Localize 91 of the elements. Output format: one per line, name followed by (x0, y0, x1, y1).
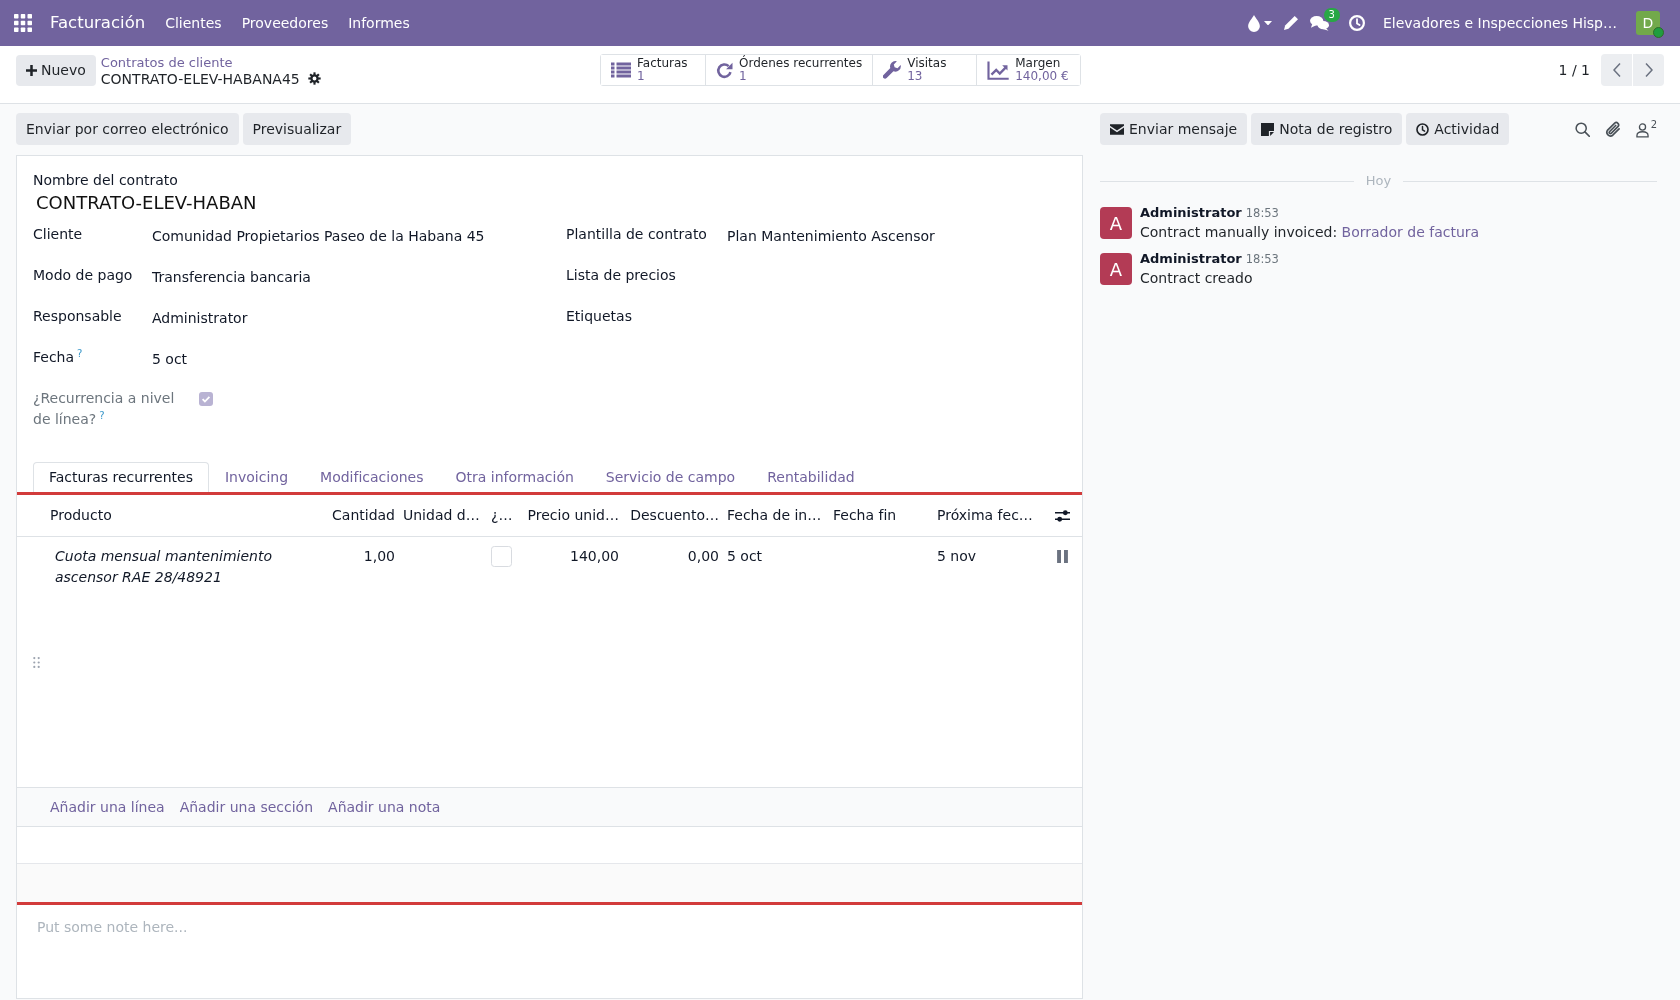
field-label: Etiquetas (566, 308, 632, 324)
message-link[interactable]: Borrador de factura (1341, 224, 1480, 240)
table-cell: Cuota mensual mantenimiento ascensor RAE 28/48921 (55, 547, 272, 585)
field-value[interactable]: 5 oct (152, 347, 188, 370)
breadcrumb-link[interactable]: Contratos de cliente (100, 54, 233, 70)
checkbox[interactable] (491, 546, 512, 567)
table-cell: 5 oct (727, 547, 763, 564)
field-label: Cliente (33, 226, 83, 242)
caret-icon[interactable] (1264, 20, 1272, 26)
chatter-button[interactable]: Nota de registro (1251, 113, 1403, 145)
wrench-icon[interactable] (883, 61, 902, 79)
column-header[interactable]: ¿… (491, 507, 513, 524)
date-separator: Hoy (1365, 172, 1392, 190)
list-icon[interactable] (611, 62, 631, 78)
tab[interactable]: Invoicing (208, 462, 305, 492)
table-cell: 0,00 (687, 547, 719, 564)
search-icon[interactable] (1574, 121, 1590, 137)
message-time: 18:53 (1245, 252, 1279, 266)
message-time: 18:53 (1245, 206, 1279, 220)
column-header[interactable]: Descuento… (630, 507, 719, 524)
drop-icon[interactable] (1248, 14, 1260, 32)
gear-icon[interactable] (307, 72, 321, 85)
tab[interactable]: Modificaciones (304, 462, 440, 492)
author-avatar[interactable]: A (1100, 207, 1132, 239)
field-label: ¿Recurrencia a nivel de línea? $^{?}$ (33, 389, 176, 429)
tab[interactable]: Servicio de campo (589, 462, 752, 492)
field-label: Nombre del contrato (33, 171, 179, 190)
field-label: Responsable (33, 308, 122, 324)
column-options-icon[interactable] (1055, 510, 1070, 523)
note-icon[interactable] (1261, 122, 1275, 136)
tab[interactable]: Otra información (439, 462, 590, 492)
table-cell: 140,00 (570, 547, 619, 564)
table-cell: 1,00 (363, 547, 395, 564)
field-label: Modo de pago (33, 267, 133, 283)
new-button[interactable]: Nuevo (16, 54, 96, 86)
app-name[interactable]: Facturación (50, 10, 156, 36)
paperclip-icon[interactable] (1604, 120, 1621, 138)
clock-icon[interactable] (1416, 122, 1430, 136)
field-value[interactable]: Comunidad Propietarios Paseo de la Habana 45 (152, 224, 485, 247)
user-icon[interactable] (1635, 123, 1649, 138)
column-header[interactable]: Próxima fec… (937, 507, 1033, 524)
field-value[interactable]: Transferencia bancaria (152, 265, 311, 288)
action-button[interactable]: Enviar por correo electrónico (16, 113, 239, 145)
previous-button[interactable] (1601, 54, 1632, 86)
author-avatar[interactable]: A (1100, 253, 1132, 285)
tab[interactable]: Facturas recurrentes (33, 462, 209, 492)
field-value[interactable]: Administrator (152, 306, 248, 329)
grip-icon[interactable] (33, 656, 40, 668)
table-cell: 5 nov (937, 547, 977, 564)
circular-arrow-icon[interactable] (716, 61, 733, 79)
message-text: Contract manually invoiced: Borrador de factura (1140, 223, 1480, 242)
line-chart-icon[interactable] (987, 60, 1010, 80)
menu-item[interactable]: Proveedores (231, 12, 339, 34)
column-header[interactable]: Fecha de in… (727, 507, 822, 524)
record-name: CONTRATO-ELEV-HABANA45 (100, 70, 300, 87)
field-label: Lista de precios (566, 267, 676, 283)
field-value[interactable]: Plan Mantenimiento Ascensor (727, 224, 935, 247)
envelope-icon[interactable] (1110, 123, 1124, 135)
pager-value[interactable]: 1 / 1 (1558, 59, 1590, 81)
menu-item[interactable]: Informes (338, 12, 420, 34)
column-header[interactable]: Precio unid… (527, 507, 619, 524)
pencil-icon[interactable] (1284, 16, 1298, 30)
message-author[interactable]: Administrator (1140, 251, 1242, 266)
add-link[interactable]: Añadir una sección (179, 796, 314, 818)
message-count-badge: 3 (1323, 8, 1340, 22)
apps-menu-icon[interactable] (14, 14, 32, 32)
message-text: Contract creado (1140, 269, 1254, 288)
next-button[interactable] (1633, 54, 1664, 86)
column-header[interactable]: Fecha fin (833, 507, 897, 524)
chat-icon[interactable] (1310, 15, 1329, 31)
pause-icon[interactable] (1057, 550, 1068, 563)
chatter-button[interactable]: Enviar mensaje (1100, 113, 1248, 145)
chatter-button[interactable]: Actividad (1406, 113, 1510, 145)
name-field[interactable]: CONTRATO-ELEV-HABAN (33, 188, 264, 216)
tab[interactable]: Rentabilidad (751, 462, 871, 492)
menu-item[interactable]: Clientes (155, 12, 232, 34)
smart-button[interactable]: Margen 140,00 € (976, 55, 1081, 85)
action-button[interactable]: Previsualizar (242, 113, 352, 145)
column-header[interactable]: Cantidad (332, 507, 395, 524)
field-label: Fecha (33, 349, 75, 365)
company-name[interactable]: Elevadores e Inspecciones Hisp… (1383, 12, 1617, 34)
followers-button[interactable]: 2 (1635, 120, 1657, 138)
column-header[interactable]: Producto (50, 507, 112, 524)
plus-icon[interactable] (26, 64, 37, 76)
field-label: Plantilla de contrato (566, 226, 707, 242)
chevron-right-icon[interactable] (1644, 63, 1653, 77)
chevron-left-icon[interactable] (1612, 63, 1621, 77)
message-author[interactable]: Administrator (1140, 205, 1242, 220)
column-header[interactable]: Unidad d… (403, 507, 480, 524)
add-link[interactable]: Añadir una línea (50, 796, 165, 818)
add-link[interactable]: Añadir una nota (328, 796, 441, 818)
